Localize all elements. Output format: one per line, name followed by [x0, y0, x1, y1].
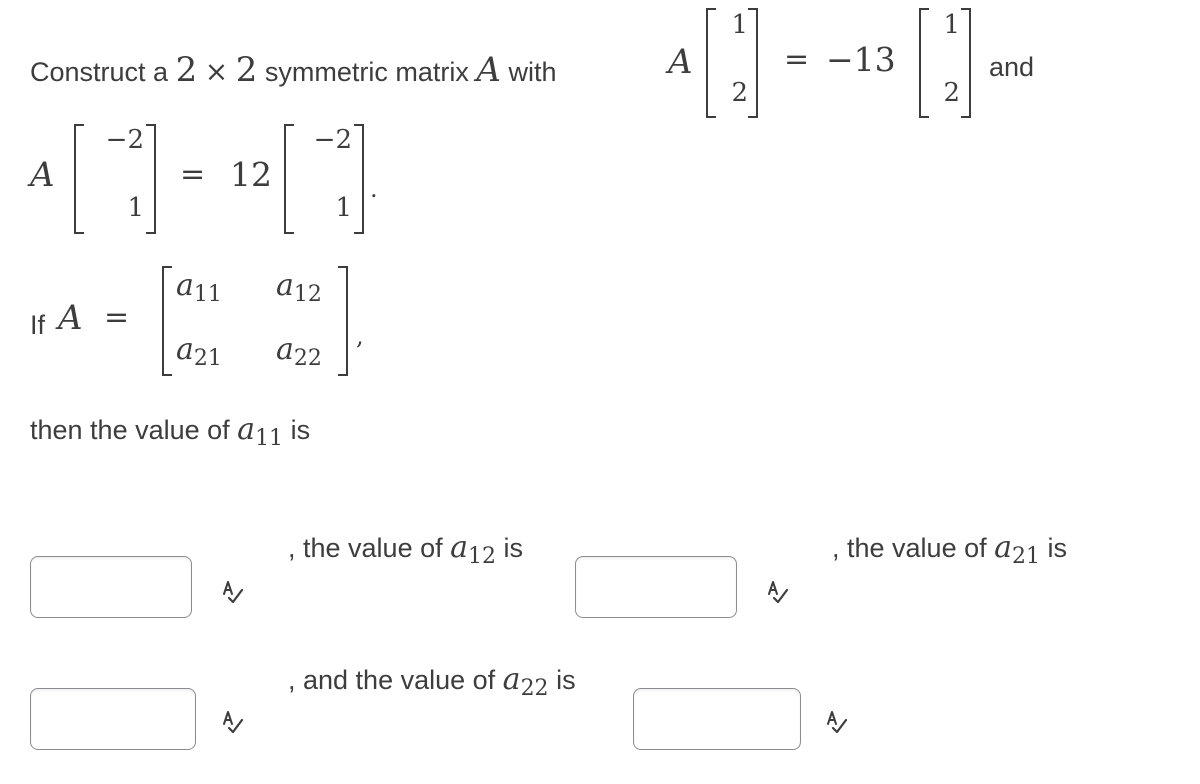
prompt-text: , and the value of	[288, 665, 496, 695]
entry-base: a	[176, 268, 194, 303]
left-bracket	[74, 124, 84, 234]
var-subscript: 21	[1012, 544, 1041, 569]
entry-base: a	[176, 332, 194, 367]
entry-base: a	[276, 268, 294, 303]
left-bracket	[284, 124, 294, 234]
prompt-a22: , and the value of a22 is	[288, 662, 576, 701]
var-base: a	[502, 662, 521, 697]
vector-entry: 2	[731, 78, 748, 108]
dim-2: 2	[235, 50, 258, 90]
var-base: a	[237, 412, 256, 447]
right-bracket	[748, 8, 758, 118]
answer-input-a21[interactable]	[30, 688, 196, 750]
prompt-suffix: is	[556, 665, 576, 695]
vector-entry: 1	[943, 10, 960, 40]
eq2-lhs-A: A	[30, 155, 55, 195]
equals-sign: =	[784, 42, 810, 77]
symmetric-matrix-text: symmetric matrix	[264, 57, 469, 87]
var-base: a	[450, 530, 469, 565]
spell-check-icon[interactable]	[767, 580, 789, 606]
period: .	[370, 175, 378, 203]
var-a12: a12	[450, 530, 496, 569]
prompt-a12: , the value of a12 is	[288, 530, 524, 569]
vector-entry: −2	[313, 125, 352, 155]
var-a22: a22	[502, 662, 549, 701]
equals-sign: =	[180, 157, 206, 192]
var-a21: a21	[994, 530, 1040, 569]
prompt-text: , the value of	[832, 533, 987, 563]
answer-input-a11[interactable]	[30, 556, 192, 618]
entry-subscript: 12	[293, 282, 322, 307]
entry-base: a	[276, 332, 294, 367]
problem-line-1: Construct a 2 × 2 symmetric matrix A wit…	[30, 50, 556, 90]
entry-subscript: 22	[293, 346, 322, 371]
entry-subscript: 21	[193, 346, 222, 371]
equals-sign: =	[104, 300, 130, 335]
right-bracket	[354, 124, 364, 234]
entry-subscript: 11	[193, 282, 222, 307]
matrix-entry-a22: a22	[276, 332, 322, 371]
prompt-a21: , the value of a21 is	[832, 530, 1068, 569]
matrix-entry-a11: a11	[176, 268, 222, 307]
matrix-entry-a21: a21	[176, 332, 222, 371]
right-bracket	[961, 8, 971, 118]
vector-entry: 1	[731, 10, 748, 40]
left-bracket	[919, 8, 929, 118]
prompt-suffix: is	[503, 533, 524, 563]
right-bracket	[338, 266, 348, 376]
matrix-entry-a12: a12	[276, 268, 322, 307]
if-text: If	[30, 310, 46, 340]
left-bracket	[162, 266, 172, 376]
spell-check-icon[interactable]	[826, 710, 848, 736]
var-base: a	[994, 530, 1013, 565]
with-text: with	[508, 57, 557, 87]
prompt-text: , the value of	[288, 533, 443, 563]
vector-entry: 2	[943, 78, 960, 108]
eigenvalue-1: −13	[826, 40, 896, 79]
matrix-def-A: A	[58, 298, 83, 338]
times-symbol: ×	[204, 55, 229, 88]
spell-check-icon[interactable]	[222, 710, 244, 736]
and-text: and	[989, 52, 1035, 82]
prompt-a11: then the value of a11 is	[30, 412, 311, 451]
answer-input-a12[interactable]	[575, 556, 737, 618]
dim-1: 2	[175, 50, 198, 90]
left-bracket	[706, 8, 716, 118]
prompt-text: then the value of	[30, 415, 230, 445]
eq1-lhs-A: A	[668, 42, 693, 82]
matrix-var-A: A	[476, 50, 501, 90]
vector-entry: 1	[127, 193, 144, 223]
var-subscript: 12	[468, 544, 497, 569]
vector-entry: 1	[335, 193, 352, 223]
var-subscript: 22	[520, 676, 549, 701]
var-subscript: 11	[255, 426, 284, 451]
eigenvalue-2: 12	[230, 155, 272, 194]
answer-input-a22[interactable]	[633, 688, 801, 750]
right-bracket	[146, 124, 156, 234]
spell-check-icon[interactable]	[222, 580, 244, 606]
comma: ,	[356, 322, 364, 350]
vector-entry: −2	[105, 125, 144, 155]
prompt-suffix: is	[290, 415, 311, 445]
intro-text: Construct a	[30, 57, 169, 87]
var-a11: a11	[237, 412, 283, 451]
prompt-suffix: is	[1047, 533, 1068, 563]
